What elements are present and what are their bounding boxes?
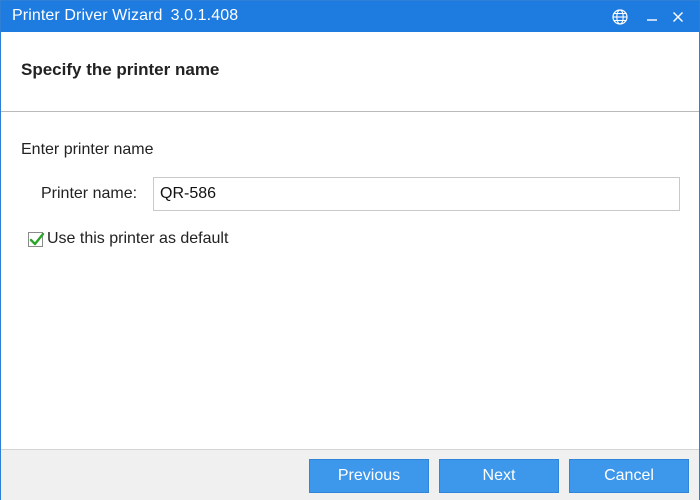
checkmark-icon bbox=[29, 232, 45, 245]
title-bar[interactable]: Printer Driver Wizard 3.0.1.408 bbox=[1, 1, 699, 32]
printer-name-input[interactable] bbox=[153, 177, 680, 211]
app-version: 3.0.1.408 bbox=[170, 7, 239, 24]
globe-icon bbox=[612, 8, 628, 25]
app-name: Printer Driver Wizard bbox=[12, 7, 163, 24]
language-button[interactable] bbox=[607, 1, 633, 32]
default-printer-checkbox[interactable]: Use this printer as default bbox=[28, 230, 228, 248]
minimize-button[interactable] bbox=[639, 1, 665, 32]
window-title: Printer Driver Wizard 3.0.1.408 bbox=[12, 7, 238, 25]
close-button[interactable] bbox=[665, 1, 691, 32]
checkbox-box[interactable] bbox=[28, 231, 45, 247]
wizard-window: Printer Driver Wizard 3.0.1.408 Specify t bbox=[0, 0, 700, 500]
cancel-button[interactable]: Cancel bbox=[569, 459, 689, 493]
printer-name-label: Printer name: bbox=[41, 185, 138, 202]
close-icon bbox=[673, 11, 683, 22]
next-button[interactable]: Next bbox=[439, 459, 559, 493]
page-header: Specify the printer name bbox=[1, 32, 699, 112]
previous-button[interactable]: Previous bbox=[309, 459, 429, 493]
button-bar: Previous Next Cancel bbox=[1, 449, 699, 500]
section-label: Enter printer name bbox=[21, 141, 154, 158]
page-title: Specify the printer name bbox=[21, 60, 220, 79]
checkbox-label: Use this printer as default bbox=[47, 230, 229, 247]
form-area: Enter printer name Printer name: Use thi… bbox=[1, 112, 699, 449]
minimize-icon bbox=[647, 18, 657, 21]
